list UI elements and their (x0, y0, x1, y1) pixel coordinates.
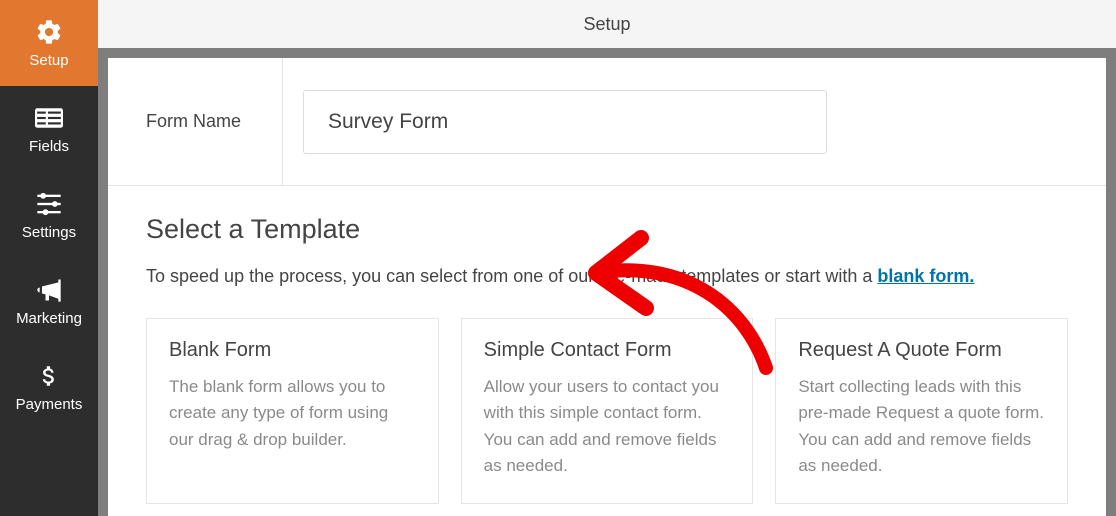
form-name-input-cell (283, 90, 1106, 154)
sidebar-item-setup[interactable]: Setup (0, 0, 98, 86)
gear-icon (35, 18, 63, 46)
template-section: Select a Template To speed up the proces… (108, 186, 1106, 504)
sidebar-item-label: Setup (29, 52, 68, 69)
template-card-blank[interactable]: Blank Form The blank form allows you to … (146, 318, 439, 504)
sidebar-item-label: Marketing (16, 310, 82, 327)
sidebar-item-marketing[interactable]: Marketing (0, 258, 98, 344)
fields-icon (35, 104, 63, 132)
form-name-row: Form Name (108, 58, 1106, 186)
topbar: Setup (98, 0, 1116, 48)
sliders-icon (35, 190, 63, 218)
template-card-title: Request A Quote Form (798, 339, 1045, 362)
blank-form-link[interactable]: blank form. (877, 266, 974, 286)
sidebar-item-settings[interactable]: Settings (0, 172, 98, 258)
sidebar-item-payments[interactable]: Payments (0, 344, 98, 430)
template-cards: Blank Form The blank form allows you to … (146, 318, 1068, 504)
template-heading: Select a Template (146, 214, 1068, 245)
dollar-icon (35, 362, 63, 390)
template-card-desc: The blank form allows you to create any … (169, 374, 416, 453)
template-card-desc: Start collecting leads with this pre-mad… (798, 374, 1045, 479)
content-frame: Form Name Select a Template To speed up … (98, 48, 1116, 516)
template-intro: To speed up the process, you can select … (146, 263, 1068, 290)
sidebar-item-label: Fields (29, 138, 69, 155)
setup-panel: Form Name Select a Template To speed up … (108, 58, 1106, 516)
template-card-request-quote[interactable]: Request A Quote Form Start collecting le… (775, 318, 1068, 504)
sidebar-item-fields[interactable]: Fields (0, 86, 98, 172)
form-name-input[interactable] (303, 90, 827, 154)
template-card-simple-contact[interactable]: Simple Contact Form Allow your users to … (461, 318, 754, 504)
form-name-label: Form Name (108, 58, 283, 185)
template-card-title: Blank Form (169, 339, 416, 362)
template-card-desc: Allow your users to contact you with thi… (484, 374, 731, 479)
template-card-title: Simple Contact Form (484, 339, 731, 362)
sidebar-item-label: Settings (22, 224, 76, 241)
sidebar-item-label: Payments (16, 396, 83, 413)
sidebar: Setup Fields Settings Marketing Payments (0, 0, 98, 516)
topbar-title: Setup (583, 14, 630, 35)
template-intro-text: To speed up the process, you can select … (146, 266, 877, 286)
bullhorn-icon (35, 276, 63, 304)
